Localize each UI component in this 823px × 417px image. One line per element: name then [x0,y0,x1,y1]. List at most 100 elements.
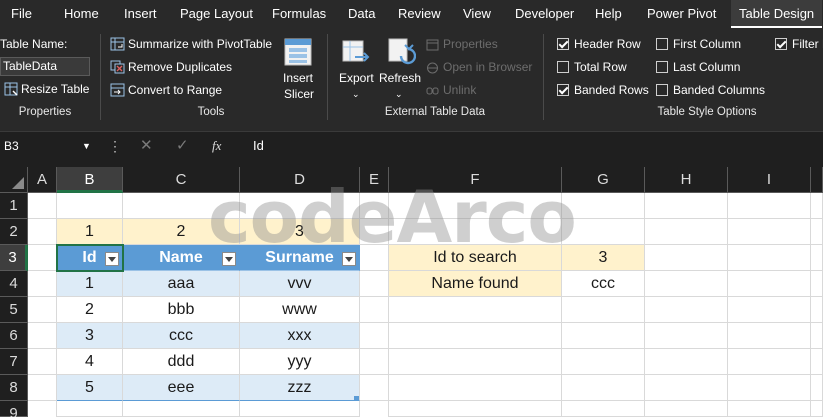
resize-table-button[interactable]: Resize Table [21,81,89,97]
cell[interactable] [28,401,57,417]
insert-slicer-label-1[interactable]: Insert [283,70,313,86]
cell[interactable] [360,401,389,417]
cell[interactable] [728,401,811,417]
cell[interactable] [123,401,240,417]
cell[interactable] [811,349,823,375]
cell[interactable] [28,323,57,349]
column-header-b[interactable]: B [57,167,123,193]
table-cell[interactable]: vvv [240,271,360,297]
cell[interactable] [360,375,389,401]
cell[interactable] [389,375,562,401]
enter-icon[interactable]: ✓ [176,135,189,157]
search-value-cell[interactable]: 3 [562,245,645,271]
cell[interactable] [811,401,823,417]
filter-button-checkbox[interactable] [775,38,787,50]
row-header-5[interactable]: 5 [0,297,28,323]
table-cell[interactable]: 3 [57,323,123,349]
cell[interactable] [389,219,562,245]
column-header-f[interactable]: F [389,167,562,193]
cell[interactable] [562,297,645,323]
row-header-3[interactable]: 3 [0,245,28,271]
table-cell[interactable]: eee [123,375,240,401]
cell[interactable] [811,297,823,323]
select-all-button[interactable] [0,167,28,193]
cancel-icon[interactable]: ✕ [140,135,153,157]
cell[interactable] [389,401,562,417]
table-cell[interactable]: yyy [240,349,360,375]
cell[interactable] [728,375,811,401]
filter-dropdown-icon[interactable] [222,252,236,266]
tab-data[interactable]: Data [348,0,375,28]
cell[interactable] [360,245,389,271]
cell[interactable] [811,245,823,271]
tab-file[interactable]: File [11,0,32,28]
cell[interactable] [562,349,645,375]
insert-function-icon[interactable]: fx [212,135,221,157]
column-header-c[interactable]: C [123,167,240,193]
cell[interactable] [645,401,728,417]
cell[interactable] [360,193,389,219]
tab-developer[interactable]: Developer [515,0,574,28]
cell[interactable] [360,349,389,375]
cell[interactable] [28,271,57,297]
formula-input[interactable]: Id [253,135,264,157]
cell[interactable] [645,193,728,219]
row-header-8[interactable]: 8 [0,375,28,401]
tab-help[interactable]: Help [595,0,622,28]
refresh-button[interactable]: Refresh [379,70,421,86]
cell[interactable] [728,349,811,375]
cell[interactable] [360,271,389,297]
cell[interactable] [562,219,645,245]
table-cell[interactable]: ddd [123,349,240,375]
cell[interactable] [728,219,811,245]
cell[interactable] [389,349,562,375]
row-header-7[interactable]: 7 [0,349,28,375]
table-cell[interactable]: ccc [123,323,240,349]
cell[interactable] [645,271,728,297]
tab-power-pivot[interactable]: Power Pivot [647,0,716,28]
refresh-dropdown-icon[interactable]: ⌄ [395,86,403,102]
column-header-g[interactable]: G [562,167,645,193]
table-cell[interactable]: 5 [57,375,123,401]
cell[interactable] [240,193,360,219]
cell[interactable] [28,219,57,245]
table-cell[interactable]: 2 [57,297,123,323]
tab-insert[interactable]: Insert [124,0,157,28]
name-box-dropdown-icon[interactable]: ▼ [82,135,91,157]
table-cell[interactable]: 4 [57,349,123,375]
row-header-4[interactable]: 4 [0,271,28,297]
cell[interactable] [28,297,57,323]
cell[interactable] [28,375,57,401]
cell[interactable] [645,375,728,401]
total-row-checkbox[interactable] [557,61,569,73]
cell[interactable] [562,323,645,349]
found-label-cell[interactable]: Name found [389,271,562,297]
cell[interactable] [562,401,645,417]
cell[interactable] [562,193,645,219]
remove-duplicates-button[interactable]: Remove Duplicates [128,59,232,75]
search-label-cell[interactable]: Id to search [389,245,562,271]
cell[interactable] [57,193,123,219]
tab-table-design[interactable]: Table Design [731,0,823,28]
more-options-icon[interactable]: ⋮ [108,135,122,157]
cell[interactable] [389,323,562,349]
open-in-browser-button[interactable]: Open in Browser [443,59,532,75]
row-header-6[interactable]: 6 [0,323,28,349]
last-column-checkbox[interactable] [656,61,668,73]
tab-formulas[interactable]: Formulas [272,0,326,28]
tab-view[interactable]: View [463,0,491,28]
cell[interactable] [389,297,562,323]
cell[interactable] [645,219,728,245]
summarize-pivot-button[interactable]: Summarize with PivotTable [128,36,272,52]
cell[interactable] [728,193,811,219]
cell[interactable] [811,219,823,245]
table-cell[interactable]: 1 [57,271,123,297]
insert-slicer-label-2[interactable]: Slicer [284,86,314,102]
cell[interactable] [28,349,57,375]
cell[interactable] [123,193,240,219]
cell[interactable] [811,375,823,401]
cell[interactable] [240,401,360,417]
banded-rows-checkbox[interactable] [557,84,569,96]
cell[interactable] [645,297,728,323]
unlink-button[interactable]: Unlink [443,82,476,98]
